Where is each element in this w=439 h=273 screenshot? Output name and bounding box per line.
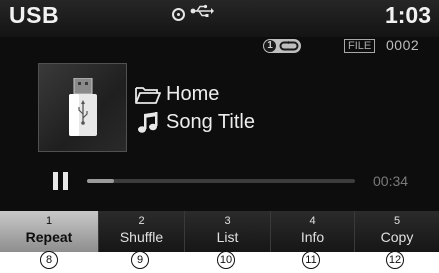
repeat-loop-icon [279,41,299,51]
source-title: USB [9,2,60,28]
repeat-button-label: Repeat [25,229,73,245]
shuffle-button-label: Shuffle [119,229,164,245]
music-note-icon [138,112,158,133]
callout-10: 10 [217,251,235,269]
info-button-label: Info [300,229,325,245]
list-button-number: 3 [224,215,231,227]
shuffle-button-number: 2 [138,215,145,227]
usb-symbol-icon [190,4,214,17]
repeat-one-badge: 1 [264,40,276,52]
info-button-number: 4 [309,215,316,227]
info-button[interactable]: 4 Info [270,211,354,252]
status-bar: USB 1:03 [0,0,439,37]
list-button[interactable]: 3 List [184,211,270,252]
clock: 1:03 [384,2,431,28]
file-tag: FILE [344,39,376,53]
callout-11: 11 [302,251,320,269]
usb-drive-icon [69,78,97,136]
progress-bar[interactable] [87,179,355,183]
disc-icon [172,8,185,21]
elapsed-time: 00:34 [373,173,409,189]
audio-screen: USB 1:03 1 FILE 0002 Home Song Title 00:… [0,0,439,252]
repeat-one-indicator: 1 [263,39,301,53]
copy-button-label: Copy [380,229,414,245]
pause-button[interactable] [53,172,69,190]
function-bar: 1 Repeat 2 Shuffle 3 List 4 Info 5 Copy [0,211,439,252]
copy-button[interactable]: 5 Copy [354,211,439,252]
callout-8: 8 [40,251,58,269]
pause-bar-left [53,172,58,190]
shuffle-button[interactable]: 2 Shuffle [98,211,184,252]
song-title: Song Title [166,111,255,133]
list-button-label: List [216,229,239,245]
album-art [38,63,127,152]
file-number: 0002 [386,37,420,53]
progress-fill [87,179,114,183]
callout-9: 9 [131,251,149,269]
repeat-button[interactable]: 1 Repeat [0,211,98,252]
copy-button-number: 5 [393,215,401,227]
folder-name: Home [166,83,220,105]
repeat-button-number: 1 [45,215,53,227]
pause-bar-right [63,172,68,190]
folder-icon [135,87,161,104]
callout-12: 12 [386,251,404,269]
